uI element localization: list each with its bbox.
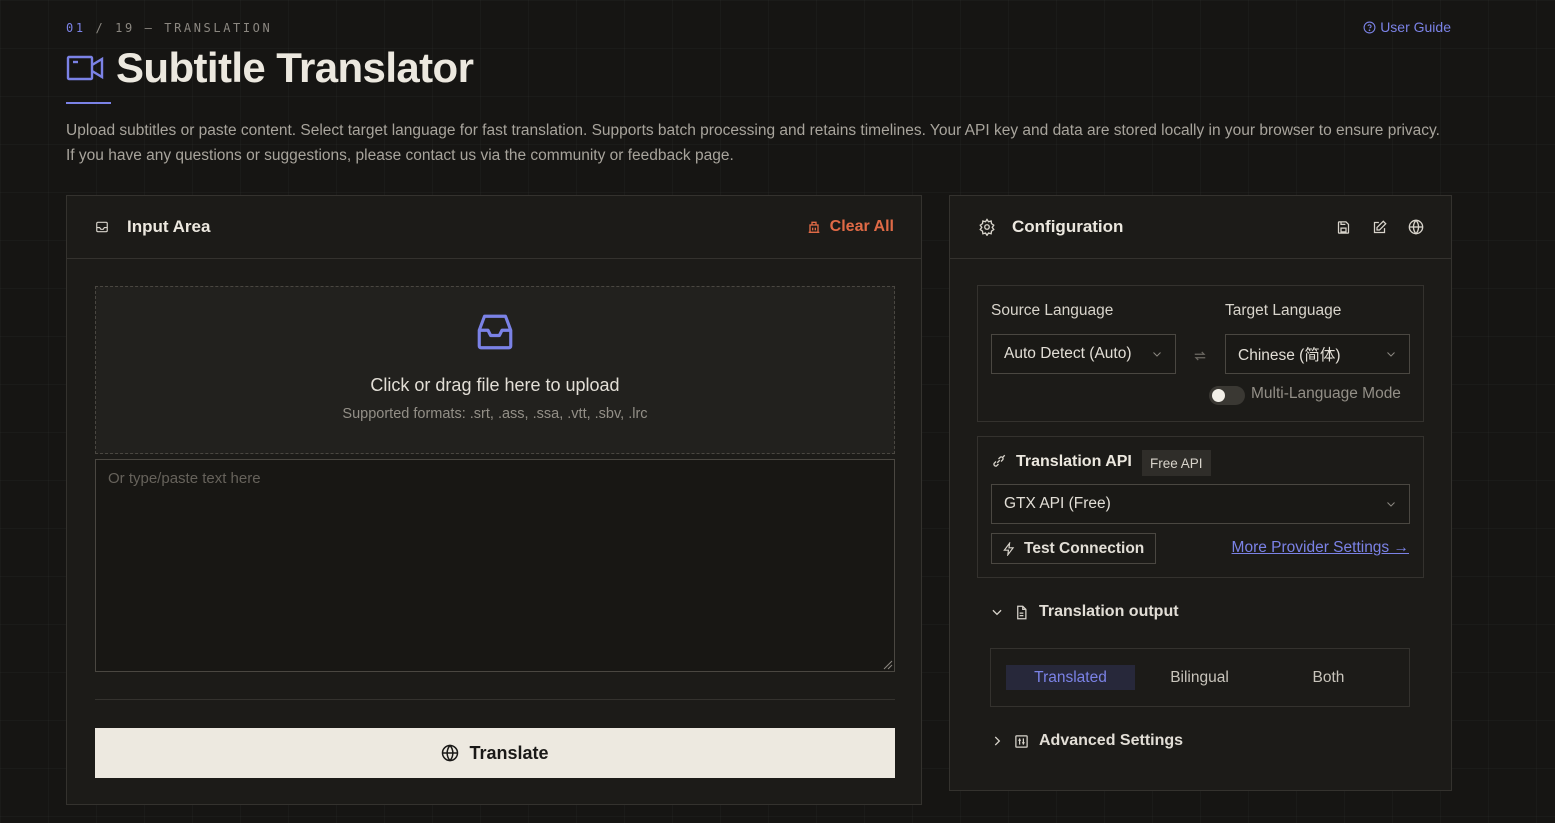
api-provider-value: GTX API (Free) <box>1004 495 1111 512</box>
chevron-down-icon <box>1385 348 1397 360</box>
config-actions <box>1336 219 1424 235</box>
gear-icon <box>978 218 996 236</box>
translate-label: Translate <box>469 742 549 763</box>
free-api-badge: Free API <box>1142 450 1211 476</box>
more-provider-settings-link[interactable]: More Provider Settings → <box>1232 539 1409 557</box>
chevron-down-icon <box>1385 498 1397 510</box>
translation-api-title: Translation API <box>1016 453 1132 470</box>
user-guide-label: User Guide <box>1380 19 1451 35</box>
target-language-select[interactable]: Chinese (简体) <box>1225 334 1410 374</box>
output-option-translated[interactable]: Translated <box>1006 665 1135 690</box>
configuration-panel: Configuration Source Language Auto Detec… <box>949 195 1452 791</box>
source-language-value: Auto Detect (Auto) <box>1004 345 1132 362</box>
input-panel-title: Input Area <box>127 217 211 236</box>
divider <box>95 699 895 700</box>
upload-inbox-icon <box>474 311 516 353</box>
dropzone-title: Click or drag file here to upload <box>370 375 620 395</box>
save-icon[interactable] <box>1336 220 1351 235</box>
source-language-label: Source Language <box>991 302 1114 319</box>
section-kicker: 01 / 19 — TRANSLATION <box>66 21 272 35</box>
translation-api-card: Translation API Free API GTX API (Free) … <box>977 436 1424 578</box>
configuration-title: Configuration <box>1012 217 1124 236</box>
page-description: Upload subtitles or paste content. Selec… <box>66 122 1440 164</box>
user-guide-link[interactable]: User Guide <box>1363 19 1451 35</box>
test-connection-label: Test Connection <box>1024 539 1145 557</box>
inbox-icon <box>95 220 109 234</box>
advanced-settings-toggle[interactable]: Advanced Settings <box>990 732 1183 750</box>
multi-language-toggle[interactable] <box>1209 386 1245 405</box>
clear-all-button[interactable]: Clear All <box>806 218 894 236</box>
file-icon <box>1014 605 1029 620</box>
configuration-header: Configuration <box>950 196 1451 259</box>
translation-output-label: Translation output <box>1039 603 1179 620</box>
video-icon <box>66 52 104 84</box>
title-row: Subtitle Translator <box>66 44 474 92</box>
translation-output-toggle[interactable]: Translation output <box>990 603 1179 621</box>
output-option-bilingual[interactable]: Bilingual <box>1135 665 1264 690</box>
clear-all-label: Clear All <box>829 218 894 235</box>
source-language-select[interactable]: Auto Detect (Auto) <box>991 334 1176 374</box>
translate-button[interactable]: Translate <box>95 728 895 778</box>
toggle-knob <box>1212 389 1225 402</box>
page-title: Subtitle Translator <box>116 44 474 91</box>
kicker-number: 01 <box>66 21 86 35</box>
chevron-down-icon <box>1151 348 1163 360</box>
title-underline <box>66 102 111 104</box>
help-circle-icon <box>1363 21 1376 34</box>
file-dropzone[interactable]: Click or drag file here to upload Suppor… <box>95 286 895 454</box>
trash-icon <box>806 219 822 235</box>
output-mode-segmented: Translated Bilingual Both <box>990 648 1410 707</box>
subtitle-text-input[interactable] <box>95 459 895 672</box>
language-card: Source Language Auto Detect (Auto) Targe… <box>977 285 1424 422</box>
zap-icon <box>1002 541 1016 556</box>
dropzone-formats: Supported formats: .srt, .ass, .ssa, .vt… <box>342 406 648 422</box>
language-globe-icon[interactable] <box>1408 219 1424 235</box>
globe-icon <box>441 744 459 762</box>
edit-icon[interactable] <box>1372 219 1387 235</box>
api-provider-select[interactable]: GTX API (Free) <box>991 484 1410 524</box>
sliders-icon <box>1014 734 1029 749</box>
test-connection-button[interactable]: Test Connection <box>991 533 1156 564</box>
multi-language-label: Multi-Language Mode <box>1251 385 1401 402</box>
swap-icon[interactable] <box>1193 349 1207 367</box>
advanced-settings-label: Advanced Settings <box>1039 732 1184 749</box>
resize-grip-icon[interactable] <box>883 660 893 670</box>
output-option-both[interactable]: Both <box>1264 665 1393 690</box>
target-language-label: Target Language <box>1225 302 1342 319</box>
target-language-value: Chinese (简体) <box>1238 347 1341 364</box>
input-panel-header: Input Area Clear All <box>67 196 921 259</box>
chevron-right-icon <box>990 734 1004 748</box>
link-icon <box>991 454 1006 469</box>
kicker-text: / 19 — TRANSLATION <box>85 21 273 35</box>
chevron-down-icon <box>990 605 1004 619</box>
input-panel: Input Area Clear All Click or drag file … <box>66 195 922 805</box>
